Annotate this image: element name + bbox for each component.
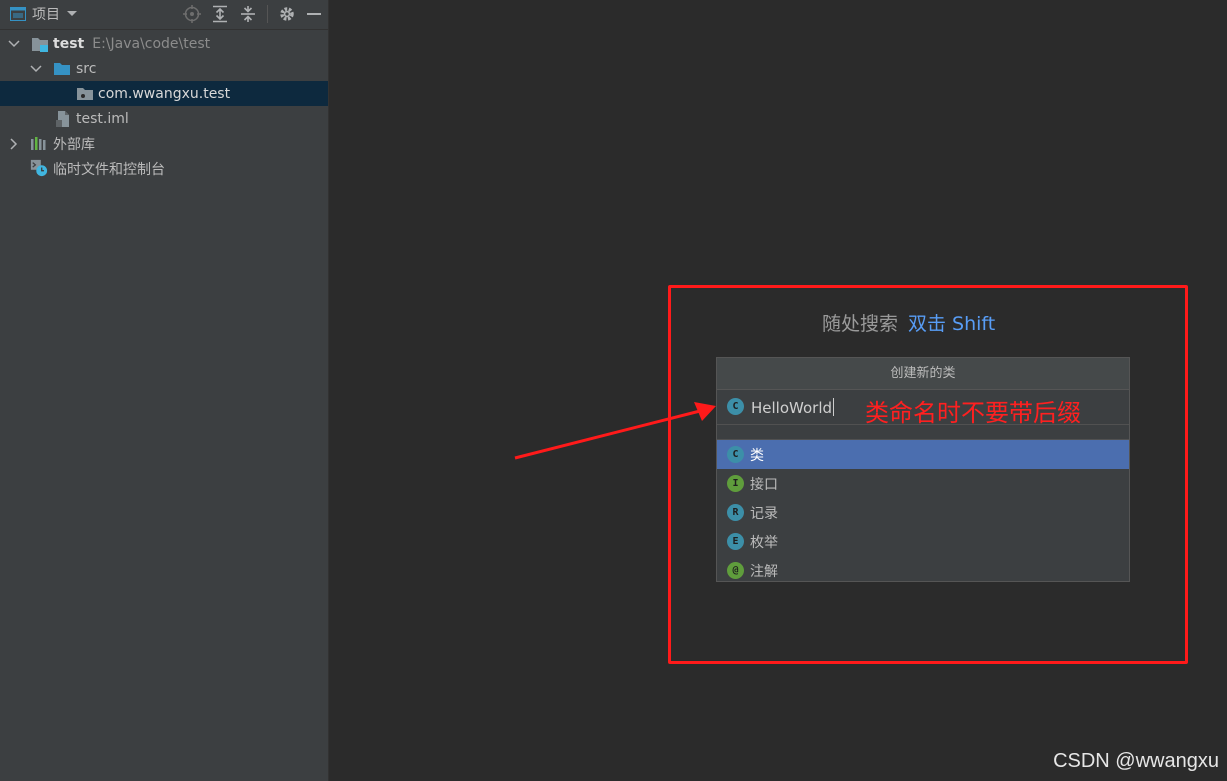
- project-window-icon: [10, 7, 26, 21]
- tree-item-package[interactable]: com.wwangxu.test: [0, 81, 328, 106]
- tree-item-label: test E:\Java\code\test: [53, 36, 210, 52]
- tree-item-external-libraries[interactable]: 外部库: [0, 131, 328, 156]
- source-folder-icon: [54, 63, 70, 75]
- expand-all-icon[interactable]: [211, 5, 229, 23]
- annotation-note: 类命名时不要带后缀: [865, 399, 1081, 427]
- project-toolbar: 项目: [0, 0, 328, 30]
- project-panel: 项目 test E:\Java\code\test src com.wwangx…: [0, 0, 329, 781]
- hide-icon[interactable]: [306, 5, 322, 23]
- tree-item-scratches[interactable]: 临时文件和控制台: [0, 156, 328, 181]
- chevron-down-icon[interactable]: [7, 37, 21, 51]
- tree-item-label: 外部库: [53, 136, 95, 153]
- project-view-selector[interactable]: 项目: [10, 5, 78, 23]
- gear-icon[interactable]: [278, 5, 296, 23]
- tree-item-test[interactable]: test E:\Java\code\test: [0, 31, 328, 56]
- tree-item-label: com.wwangxu.test: [98, 85, 231, 102]
- module-folder-icon: [32, 38, 48, 52]
- library-icon: [31, 137, 46, 150]
- annotation-arrow-icon: [514, 402, 716, 460]
- collapse-all-icon[interactable]: [239, 5, 257, 23]
- tree-item-iml[interactable]: test.iml: [0, 106, 328, 131]
- module-path: E:\Java\code\test: [92, 35, 211, 52]
- tree-item-src[interactable]: src: [0, 56, 328, 81]
- chevron-right-icon[interactable]: [7, 137, 21, 151]
- tree-item-label: test.iml: [76, 110, 129, 127]
- locate-icon[interactable]: [183, 5, 201, 23]
- chevron-down-icon[interactable]: [29, 62, 43, 76]
- tree-item-label: 临时文件和控制台: [53, 161, 165, 178]
- iml-file-icon: [56, 111, 69, 127]
- project-view-title: 项目: [32, 7, 60, 23]
- highlight-box: [668, 285, 1188, 664]
- scratches-icon: [30, 159, 48, 177]
- chevron-down-icon[interactable]: [66, 10, 78, 18]
- watermark: CSDN @wwangxu: [1053, 750, 1219, 772]
- package-icon: [77, 88, 93, 100]
- project-tree: test E:\Java\code\test src com.wwangxu.te…: [0, 31, 328, 181]
- tree-item-label: src: [76, 60, 97, 77]
- toolbar-divider: [267, 5, 268, 23]
- module-name: test: [53, 35, 85, 52]
